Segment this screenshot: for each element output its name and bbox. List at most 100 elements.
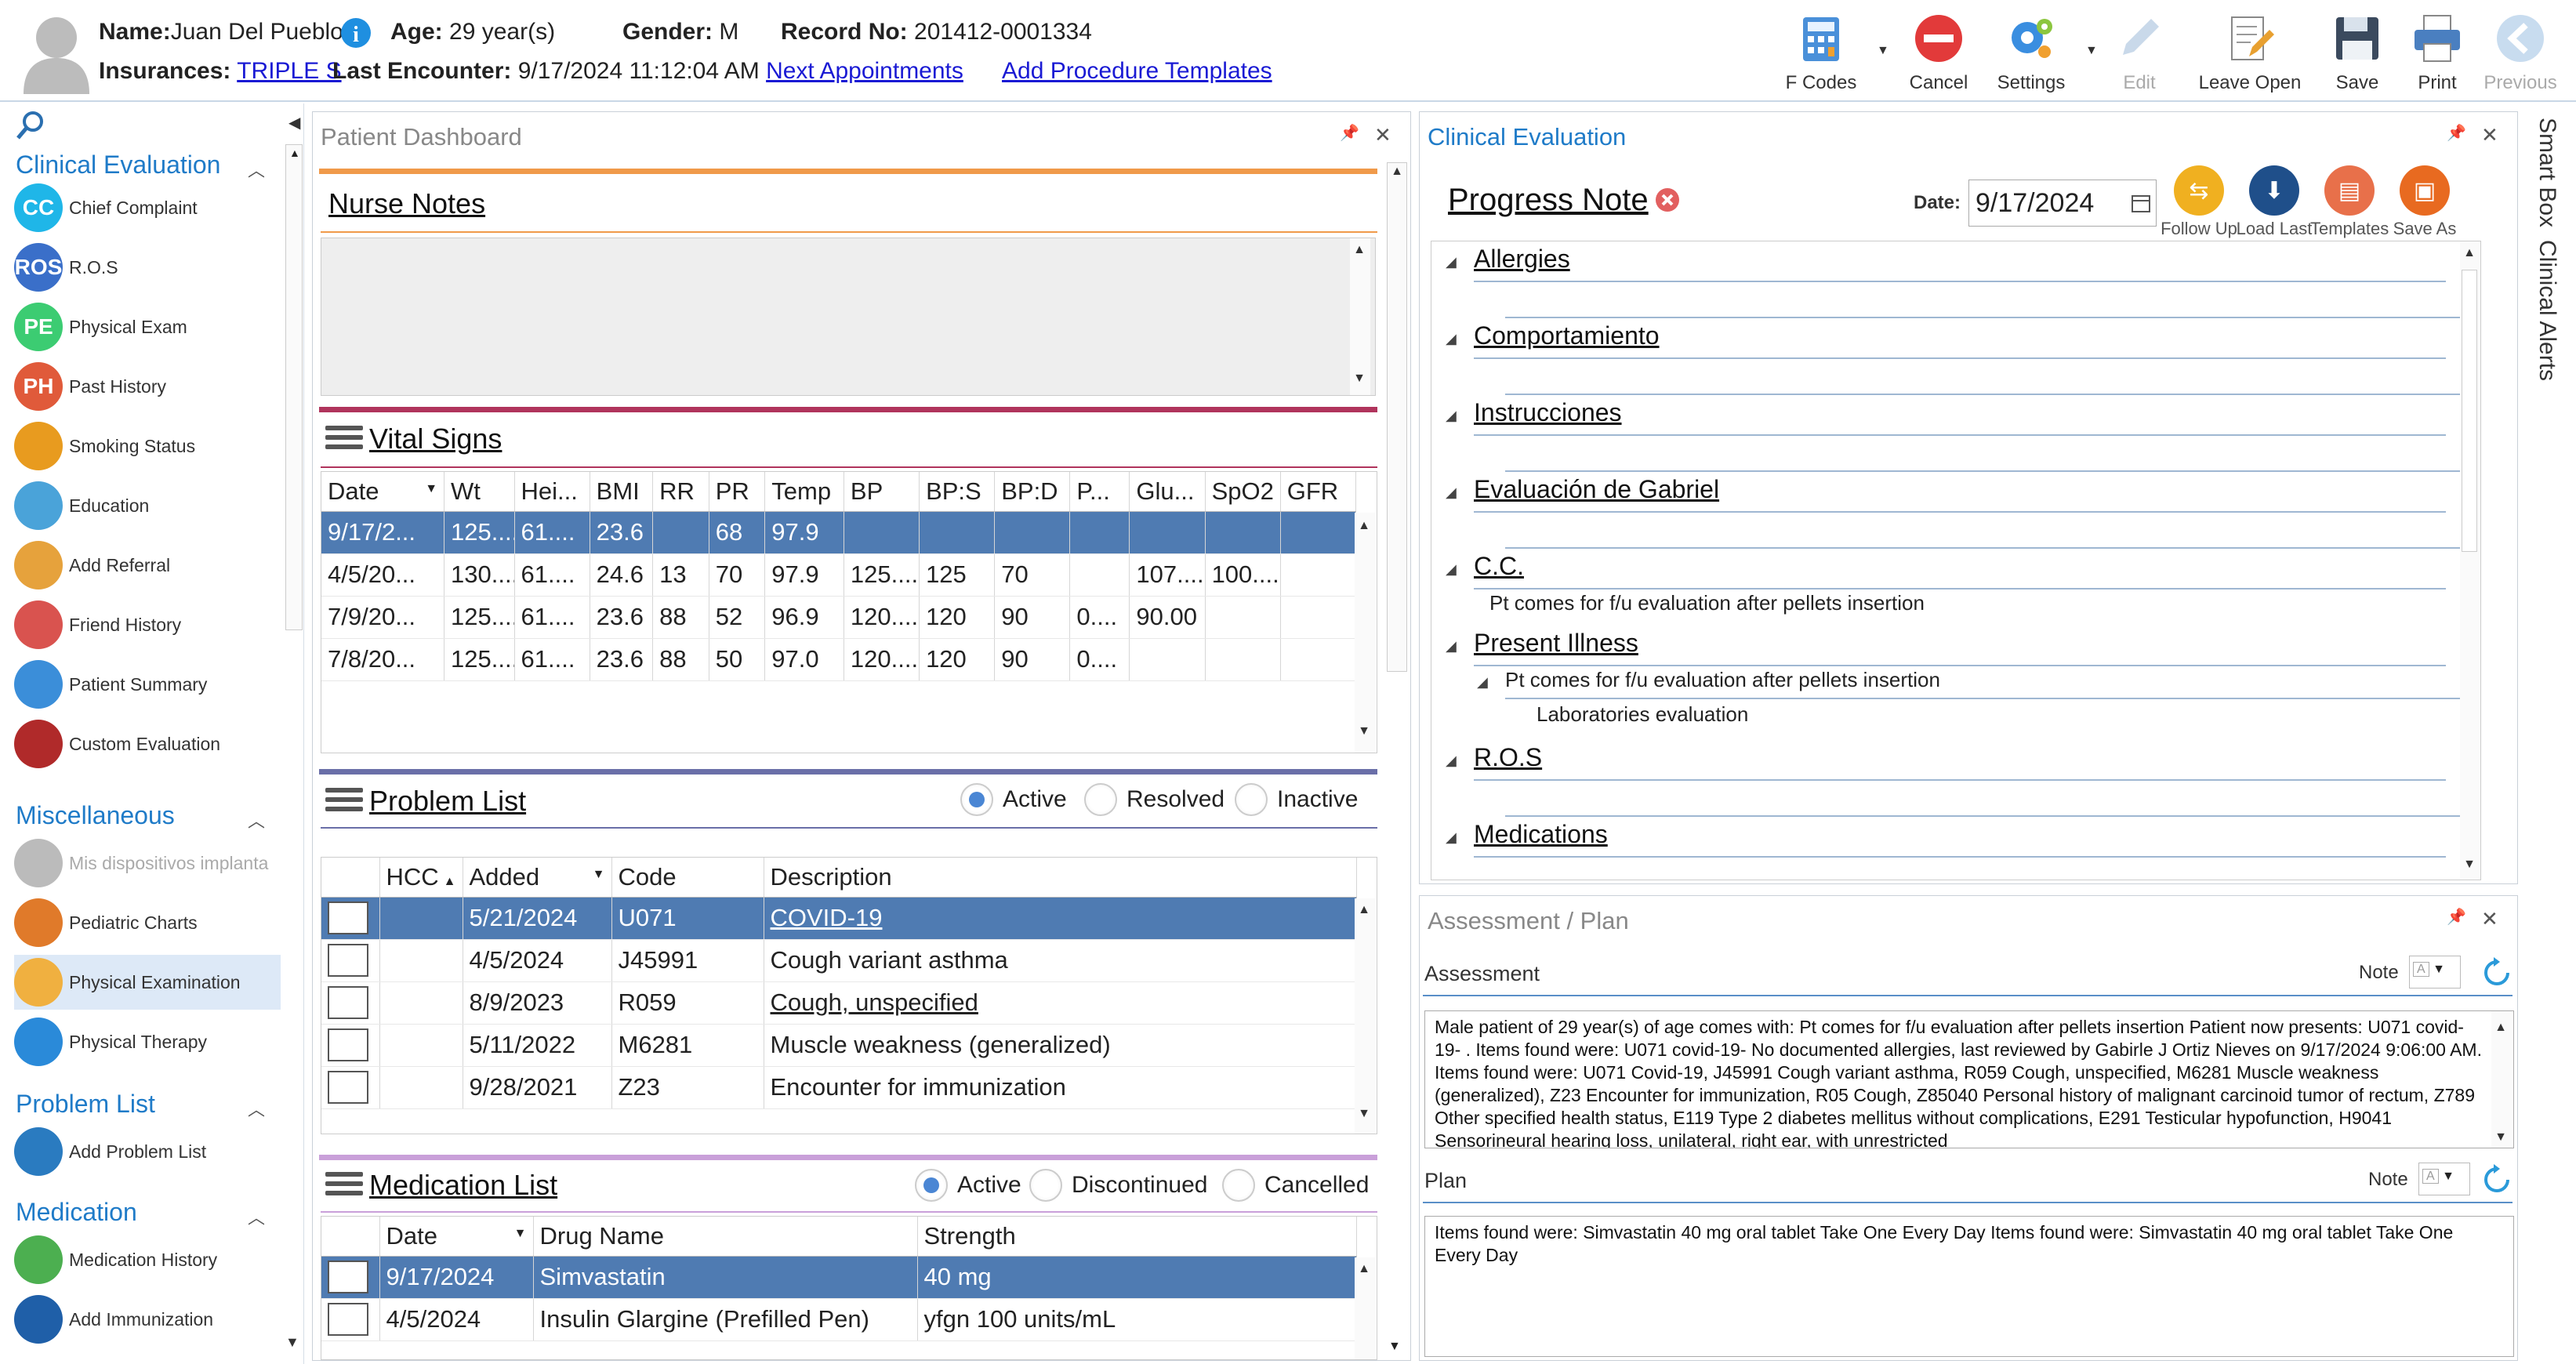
collapse-triangle-icon[interactable]: ◢	[1446, 331, 1457, 347]
sidebar-item-mis-dispositivos-implanta[interactable]: Mis dispositivos implanta	[14, 836, 281, 891]
chevron-up-icon[interactable]: ︿	[248, 157, 265, 182]
assessment-textbox[interactable]: Male patient of 29 year(s) of age comes …	[1424, 1010, 2514, 1148]
sidebar-scroll-down-icon[interactable]: ▼	[285, 1334, 299, 1351]
table-row[interactable]: 4/5/2024 Insulin Glargine (Prefilled Pen)…	[321, 1298, 1357, 1341]
table-row[interactable]: 7/8/20... 125.... 61.... 23.6 88 50 97.0 120...…	[321, 638, 1357, 681]
collapse-triangle-icon[interactable]: ◢	[1446, 638, 1457, 655]
table-row[interactable]: 5/11/2022 M6281 Muscle weakness (generaliz…	[321, 1024, 1357, 1067]
filter-radio-active[interactable]: Active	[960, 783, 1067, 816]
radio-circle[interactable]	[1222, 1169, 1255, 1202]
filter-radio-discontinued[interactable]: Discontinued	[1029, 1169, 1207, 1202]
row-checkbox[interactable]	[328, 1028, 368, 1061]
clinical-section-title[interactable]: Present Illness	[1474, 629, 1638, 658]
sidebar-item-smoking-status[interactable]: Smoking Status	[14, 419, 281, 473]
sidebar-section-title[interactable]: Miscellaneous	[16, 801, 175, 830]
vital-column-header[interactable]: P...	[1069, 472, 1130, 512]
clinical-scroll-thumb[interactable]	[2462, 270, 2477, 552]
medication-list-scrollbar[interactable]: ▲	[1355, 1257, 1375, 1359]
dashboard-scroll-down-icon[interactable]: ▼	[1388, 1340, 1401, 1354]
problem-column-header[interactable]: Added ▼	[463, 858, 612, 898]
sidebar-item-past-history[interactable]: PH Past History	[14, 359, 281, 414]
table-row[interactable]: 5/21/2024 U071 COVID-19	[321, 897, 1357, 940]
problem-column-header[interactable]: Code	[611, 858, 764, 898]
clinical-alerts-tab[interactable]: Clinical Alerts	[2534, 240, 2560, 381]
vital-column-header[interactable]: Wt	[444, 472, 515, 512]
collapse-triangle-icon[interactable]: ◢	[1446, 254, 1457, 270]
clinical-section-title[interactable]: Instrucciones	[1474, 398, 1622, 427]
medication-column-header[interactable]: Strength	[917, 1217, 1357, 1257]
pin-icon[interactable]: 📌	[1340, 123, 1359, 143]
collapse-sidebar-icon[interactable]: ◀	[288, 113, 300, 132]
filter-radio-inactive[interactable]: Inactive	[1235, 783, 1358, 816]
sidebar-item-add-immunization[interactable]: Add Immunization	[14, 1292, 281, 1347]
sort-down-icon[interactable]: ▼	[425, 482, 437, 496]
medication-column-header[interactable]: Drug Name	[533, 1217, 918, 1257]
sidebar-item-education[interactable]: Education	[14, 478, 281, 533]
plan-textbox[interactable]: Items found were: Simvastatin 40 mg oral…	[1424, 1216, 2514, 1357]
assessment-note-dropdown[interactable]: A ▼	[2409, 956, 2461, 989]
clinical-templates-button[interactable]: ▤ Templates	[2310, 165, 2389, 239]
refresh-icon[interactable]	[2480, 1163, 2514, 1197]
sidebar-item-custom-evaluation[interactable]: Custom Evaluation	[14, 716, 281, 771]
table-row[interactable]: 4/5/20... 130.... 61.... 24.6 13 70 97.9 125...…	[321, 553, 1357, 597]
previous-button[interactable]: Previous	[2469, 8, 2571, 96]
vital-column-header[interactable]: Temp	[764, 472, 844, 512]
sidebar-item-physical-therapy[interactable]: Physical Therapy	[14, 1014, 281, 1069]
settings-button[interactable]: Settings	[1980, 8, 2082, 96]
row-checkbox[interactable]	[328, 1261, 368, 1293]
filter-radio-resolved[interactable]: Resolved	[1084, 783, 1225, 816]
remove-note-icon[interactable]	[1655, 187, 1680, 212]
nurse-notes-scrollbar[interactable]: ▲ ▼	[1350, 238, 1370, 395]
leave-open-button[interactable]: Leave Open	[2195, 8, 2305, 96]
sidebar-item-add-problem-list[interactable]: Add Problem List	[14, 1124, 281, 1179]
next-appointments-link[interactable]: Next Appointments	[766, 58, 963, 84]
filter-radio-active[interactable]: Active	[915, 1169, 1021, 1202]
sidebar-item-physical-examination[interactable]: Physical Examination	[14, 955, 281, 1010]
table-row[interactable]: 4/5/2024 J45991 Cough variant asthma	[321, 939, 1357, 982]
vital-column-header[interactable]: PR	[709, 472, 766, 512]
close-icon[interactable]: ✕	[1374, 123, 1391, 147]
medication-column-header[interactable]: Date ▼	[379, 1217, 534, 1257]
filter-radio-cancelled[interactable]: Cancelled	[1222, 1169, 1369, 1202]
vital-signs-scrollbar[interactable]: ▲ ▼	[1355, 513, 1375, 753]
close-icon[interactable]: ✕	[2481, 907, 2498, 931]
insurance-link[interactable]: TRIPLE S	[237, 58, 341, 84]
row-checkbox[interactable]	[328, 986, 368, 1019]
sidebar-item-r-o-s[interactable]: ROS R.O.S	[14, 240, 281, 295]
dashboard-scrollbar[interactable]: ▲	[1387, 162, 1407, 672]
info-icon[interactable]: i	[340, 17, 372, 49]
vital-column-header[interactable]: SpO2	[1205, 472, 1281, 512]
row-checkbox[interactable]	[328, 1071, 368, 1104]
collapse-triangle-icon[interactable]: ◢	[1446, 561, 1457, 578]
cancel-button[interactable]: Cancel	[1888, 8, 1990, 96]
add-procedure-templates-link[interactable]: Add Procedure Templates	[1002, 58, 1272, 85]
radio-circle[interactable]	[1029, 1169, 1062, 1202]
problem-column-header[interactable]	[321, 858, 380, 898]
sort-down-icon[interactable]: ▼	[593, 868, 605, 882]
clinical-section-title[interactable]: R.O.S	[1474, 743, 1542, 772]
problem-column-header[interactable]: HCC ▲	[379, 858, 463, 898]
collapse-triangle-icon[interactable]: ◢	[1446, 484, 1457, 501]
vital-column-header[interactable]: Hei...	[514, 472, 590, 512]
sort-down-icon[interactable]: ▼	[514, 1227, 527, 1241]
search-icon[interactable]	[14, 110, 45, 141]
sidebar-item-patient-summary[interactable]: Patient Summary	[14, 657, 281, 712]
medication-list-menu-icon[interactable]	[325, 1172, 363, 1200]
row-checkbox[interactable]	[328, 1303, 368, 1336]
chevron-up-icon[interactable]: ︿	[248, 807, 265, 833]
collapse-triangle-icon[interactable]: ◢	[1446, 408, 1457, 424]
vital-column-header[interactable]: Glu...	[1129, 472, 1206, 512]
chevron-up-icon[interactable]: ︿	[248, 1096, 265, 1121]
clinical-section-title[interactable]: Allergies	[1474, 245, 1570, 274]
sidebar-item-physical-exam[interactable]: PE Physical Exam	[14, 299, 281, 354]
table-row[interactable]: 7/9/20... 125.... 61.... 23.6 88 52 96.9 120...…	[321, 596, 1357, 639]
pin-icon[interactable]: 📌	[2447, 123, 2466, 143]
collapse-triangle-icon[interactable]: ◢	[1477, 674, 1488, 691]
radio-circle[interactable]	[1235, 783, 1268, 816]
table-row[interactable]: 9/17/2024 Simvastatin 40 mg	[321, 1256, 1357, 1299]
clinical-section-title[interactable]: Comportamiento	[1474, 321, 1660, 350]
sort-up-icon[interactable]: ▲	[444, 875, 456, 888]
sidebar-item-friend-history[interactable]: Friend History	[14, 597, 281, 652]
sidebar-scrollbar[interactable]: ▲	[285, 144, 303, 630]
sidebar-item-pediatric-charts[interactable]: Pediatric Charts	[14, 895, 281, 950]
